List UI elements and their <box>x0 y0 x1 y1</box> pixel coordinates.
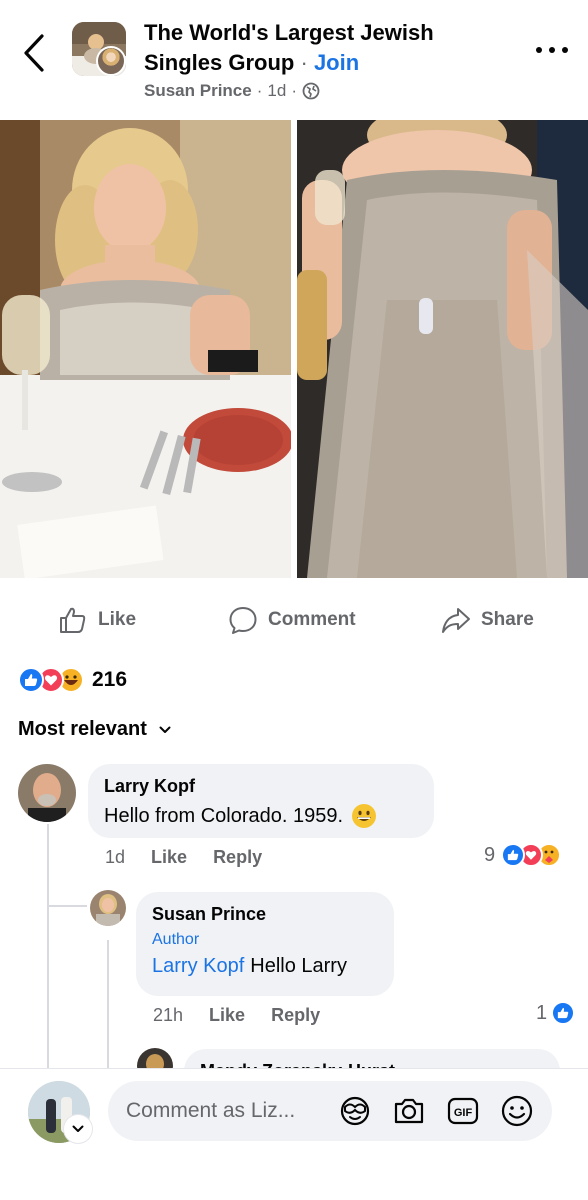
reply-reactions[interactable]: 1 <box>536 1001 576 1025</box>
comment-bubble[interactable]: Larry Kopf Hello from Colorado. 1959. <box>88 764 434 838</box>
like-label: Like <box>98 609 137 630</box>
author-name-link[interactable]: Susan Prince <box>144 81 252 101</box>
group-avatar[interactable] <box>72 22 126 76</box>
comment-label: Comment <box>268 609 356 630</box>
comment-time[interactable]: 1d <box>105 847 125 868</box>
share-button[interactable]: Share <box>441 600 534 640</box>
chevron-down-icon <box>159 726 171 733</box>
gif-icon[interactable]: GIF <box>446 1094 480 1128</box>
comment-composer: Comment as Liz... GIF <box>0 1068 588 1200</box>
comment-text-body: Hello from Colorado. 1959. <box>104 804 344 827</box>
comment-reactions[interactable]: 9 <box>484 843 562 867</box>
photo-gown[interactable] <box>297 120 588 578</box>
reaction-count: 216 <box>92 668 128 691</box>
comment-bubble-icon <box>229 607 257 634</box>
comment-reply-button[interactable]: Reply <box>213 847 262 868</box>
photo-gown-image <box>297 120 588 578</box>
post-header: The World's Largest Jewish Singles Group… <box>0 0 588 116</box>
chevron-down-icon <box>72 1125 84 1132</box>
commenter-name[interactable]: Larry Kopf <box>104 776 418 797</box>
thread-branch-1 <box>47 905 87 907</box>
comment-input[interactable]: Comment as Liz... GIF <box>108 1081 552 1141</box>
post-meta: Susan Prince · 1d · <box>144 81 320 101</box>
camera-icon[interactable] <box>392 1094 426 1128</box>
reply-author-avatar[interactable] <box>90 890 126 926</box>
reply-text: Larry Kopf Hello Larry <box>152 955 378 978</box>
more-options-button[interactable] <box>536 40 568 60</box>
comment-meta: 1d Like Reply <box>105 847 262 868</box>
commenter-avatar[interactable] <box>18 764 76 822</box>
comment-sort-dropdown[interactable]: Most relevant <box>18 718 171 741</box>
meta-separator: · <box>256 81 263 100</box>
reply-reaction-count: 1 <box>536 1001 548 1024</box>
reply-time[interactable]: 21h <box>153 1005 183 1026</box>
reply-meta: 21h Like Reply <box>153 1005 320 1026</box>
thumbs-up-icon <box>60 607 86 633</box>
share-arrow-icon <box>442 608 470 633</box>
sort-label: Most relevant <box>18 718 147 740</box>
svg-text:GIF: GIF <box>454 1107 473 1119</box>
post-photos <box>0 120 588 578</box>
reply-bubble[interactable]: Susan Prince Author Larry Kopf Hello Lar… <box>136 892 394 996</box>
larry-avatar-image <box>18 764 76 822</box>
meta-separator-2: · <box>291 81 297 100</box>
comment-reaction-count: 9 <box>484 843 496 866</box>
post-actions: Like Comment Share <box>0 594 588 648</box>
like-reaction-icon <box>501 843 526 867</box>
emoji-icon[interactable] <box>500 1094 534 1128</box>
chevron-left-icon <box>24 34 44 72</box>
comment-button[interactable]: Comment <box>228 600 356 640</box>
reply-reply-button[interactable]: Reply <box>271 1005 320 1026</box>
thread-line-2 <box>107 940 109 1068</box>
author-mini-avatar <box>96 46 126 76</box>
photo-dinner-table-image <box>0 120 291 578</box>
back-button[interactable] <box>20 30 50 76</box>
comment-input-placeholder: Comment as Liz... <box>126 1099 296 1122</box>
photo-dinner-table[interactable] <box>0 120 291 578</box>
globe-icon <box>302 82 320 100</box>
avatar-sticker-icon[interactable] <box>338 1094 372 1128</box>
grinning-face-icon <box>352 804 377 828</box>
share-label: Share <box>481 609 534 630</box>
join-button[interactable]: Join <box>314 50 359 75</box>
reply-text-body: Hello Larry <box>250 955 347 977</box>
comment-like-button[interactable]: Like <box>151 847 187 868</box>
post-title: The World's Largest Jewish Singles Group… <box>144 18 474 78</box>
post-time[interactable]: 1d <box>267 81 286 101</box>
reaction-summary[interactable]: 216 <box>18 665 127 695</box>
reply-like-button[interactable]: Like <box>209 1005 245 1026</box>
more-dots-icon <box>536 47 542 53</box>
avatar-switch-button[interactable] <box>64 1115 92 1143</box>
thread-line-1 <box>47 824 49 1068</box>
mention-link[interactable]: Larry Kopf <box>152 955 244 978</box>
susan-avatar-image <box>90 890 126 926</box>
like-button[interactable]: Like <box>58 600 136 640</box>
group-name-link[interactable]: The World's Largest Jewish Singles Group <box>144 20 434 75</box>
reply-author-name[interactable]: Susan Prince <box>152 904 378 925</box>
more-dot <box>549 47 555 53</box>
more-dot <box>562 47 568 53</box>
like-reaction-icon <box>18 667 44 693</box>
author-badge: Author <box>152 931 200 948</box>
comment-text: Hello from Colorado. 1959. <box>104 803 418 829</box>
like-reaction-icon <box>551 1001 576 1025</box>
title-separator: · <box>300 50 308 75</box>
